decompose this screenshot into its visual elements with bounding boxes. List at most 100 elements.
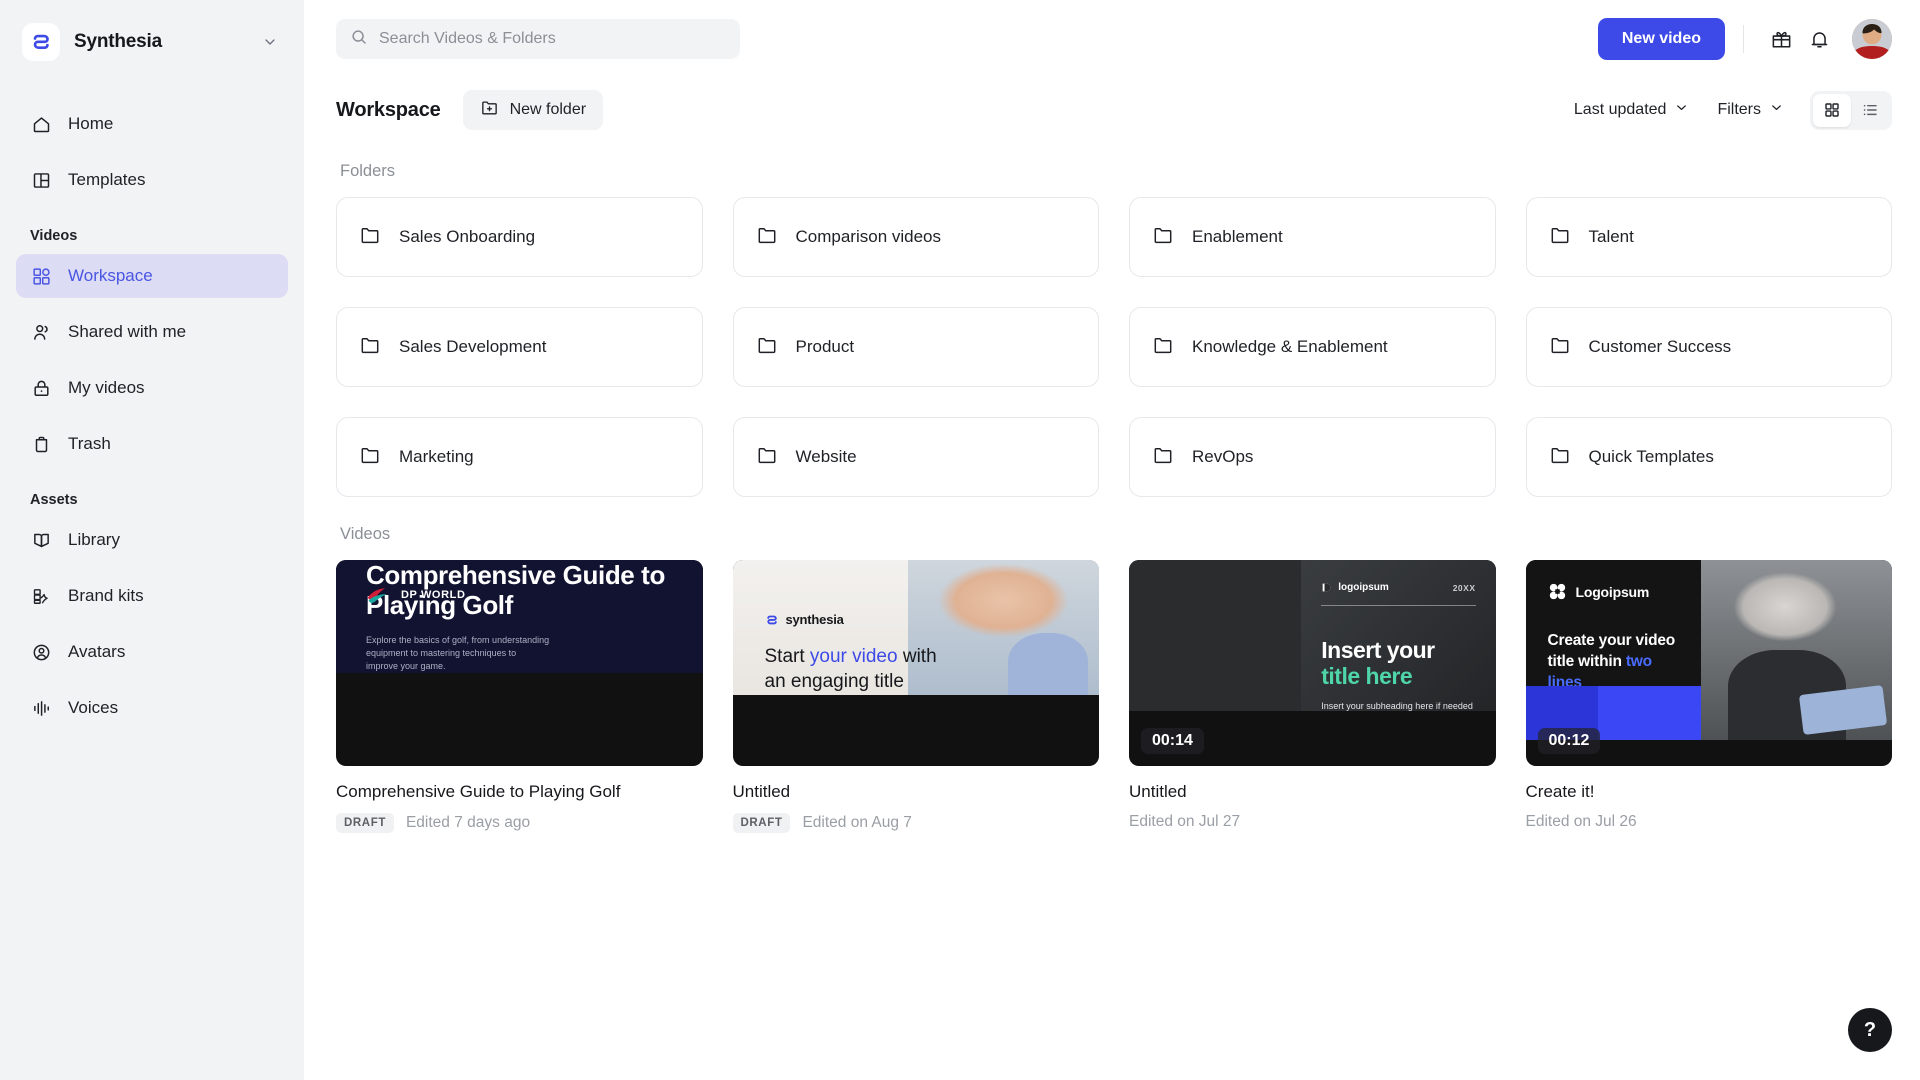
folder-card[interactable]: Marketing bbox=[336, 417, 703, 497]
video-title: Untitled bbox=[1129, 782, 1496, 802]
folder-card[interactable]: Enablement bbox=[1129, 197, 1496, 277]
new-folder-label: New folder bbox=[510, 101, 586, 119]
thumbnail-art: LogoipsumCreate your video title within … bbox=[1526, 560, 1893, 740]
folder-plus-icon bbox=[480, 98, 499, 122]
folder-card[interactable]: Sales Onboarding bbox=[336, 197, 703, 277]
folder-card[interactable]: Quick Templates bbox=[1526, 417, 1893, 497]
chevron-down-icon[interactable] bbox=[262, 34, 282, 50]
sidebar-item-avatars[interactable]: Avatars bbox=[16, 630, 288, 674]
sidebar-item-voices[interactable]: Voices bbox=[16, 686, 288, 730]
folder-card[interactable]: Sales Development bbox=[336, 307, 703, 387]
video-thumbnail[interactable]: synthesiaStart your video with an engagi… bbox=[733, 560, 1100, 766]
help-button[interactable]: ? bbox=[1848, 1008, 1892, 1052]
presenter-photo bbox=[1701, 560, 1892, 740]
sidebar-item-library[interactable]: Library bbox=[16, 518, 288, 562]
sidebar-item-home[interactable]: Home bbox=[16, 102, 288, 146]
video-card[interactable]: LogoipsumCreate your video title within … bbox=[1526, 560, 1893, 833]
video-thumbnail[interactable]: DP WORLDComprehensive Guide to Playing G… bbox=[336, 560, 703, 766]
list-view-icon[interactable] bbox=[1851, 94, 1889, 127]
video-thumbnail[interactable]: logoipsum 20XX Insert yourtitle here Insert… bbox=[1129, 560, 1496, 766]
folder-icon bbox=[1549, 224, 1571, 251]
sort-label: Last updated bbox=[1574, 101, 1667, 119]
folder-card[interactable]: Customer Success bbox=[1526, 307, 1893, 387]
folder-icon bbox=[1152, 224, 1174, 251]
search-input[interactable] bbox=[379, 30, 726, 48]
sidebar-item-shared-with-me[interactable]: Shared with me bbox=[16, 310, 288, 354]
workspace-controls: Last updated Filters bbox=[1560, 91, 1892, 130]
content-area: Folders Sales Onboarding Comparison video… bbox=[304, 134, 1920, 1080]
grid-view-icon[interactable] bbox=[1813, 94, 1851, 127]
video-meta: DRAFTEdited on Aug 7 bbox=[733, 813, 1100, 833]
folder-icon bbox=[756, 444, 778, 471]
sidebar-item-brand-kits[interactable]: Brand kits bbox=[16, 574, 288, 618]
brand-kit-icon bbox=[30, 585, 52, 607]
folder-icon bbox=[1152, 444, 1174, 471]
sidebar-item-label: Avatars bbox=[68, 642, 125, 662]
video-edited-date: Edited 7 days ago bbox=[406, 814, 530, 832]
folder-card[interactable]: Talent bbox=[1526, 197, 1893, 277]
video-card[interactable]: logoipsum 20XX Insert yourtitle here Insert… bbox=[1129, 560, 1496, 833]
search-icon bbox=[350, 28, 368, 51]
folder-icon bbox=[359, 334, 381, 361]
video-thumbnail[interactable]: LogoipsumCreate your video title within … bbox=[1526, 560, 1893, 766]
videos-grid: DP WORLDComprehensive Guide to Playing G… bbox=[336, 560, 1892, 833]
video-edited-date: Edited on Jul 26 bbox=[1526, 813, 1637, 831]
bell-icon[interactable] bbox=[1800, 20, 1838, 58]
thumbnail-art: DP WORLDComprehensive Guide to Playing G… bbox=[336, 560, 703, 673]
sidebar-item-templates[interactable]: Templates bbox=[16, 158, 288, 202]
status-badge: DRAFT bbox=[336, 813, 394, 833]
workspace-header: Workspace New folder Last updated Filter… bbox=[304, 78, 1920, 134]
dp-world-logo: DP WORLD bbox=[366, 586, 465, 604]
sidebar-item-my-videos[interactable]: My videos bbox=[16, 366, 288, 410]
folders-grid: Sales Onboarding Comparison videos Enablem… bbox=[336, 197, 1892, 497]
view-toggle bbox=[1810, 91, 1892, 130]
book-icon bbox=[30, 529, 52, 551]
folder-card[interactable]: Knowledge & Enablement bbox=[1129, 307, 1496, 387]
sidebar-group-videos: Videos Workspace Shared with me My video… bbox=[16, 214, 288, 466]
thumbnail-headline: Insert yourtitle here bbox=[1321, 638, 1475, 690]
avatar[interactable] bbox=[1852, 19, 1892, 59]
folder-card[interactable]: Comparison videos bbox=[733, 197, 1100, 277]
sidebar-group-title: Assets bbox=[16, 478, 288, 518]
thumbnail-subtext: Insert your subheading here if needed bbox=[1321, 701, 1475, 711]
folder-name: Comparison videos bbox=[796, 227, 942, 247]
sort-dropdown[interactable]: Last updated bbox=[1560, 91, 1704, 129]
search-box[interactable] bbox=[336, 19, 740, 59]
video-card[interactable]: synthesiaStart your video with an engagi… bbox=[733, 560, 1100, 833]
avatar-circle-icon bbox=[30, 641, 52, 663]
sidebar-item-trash[interactable]: Trash bbox=[16, 422, 288, 466]
folders-section-label: Folders bbox=[340, 162, 1892, 181]
folder-card[interactable]: Website bbox=[733, 417, 1100, 497]
thumbnail-art: synthesiaStart your video with an engagi… bbox=[733, 560, 1100, 695]
folder-name: Website bbox=[796, 447, 857, 467]
video-title: Untitled bbox=[733, 782, 1100, 802]
synthesia-logo-icon bbox=[22, 23, 60, 61]
folder-icon bbox=[359, 444, 381, 471]
folder-card[interactable]: RevOps bbox=[1129, 417, 1496, 497]
new-folder-button[interactable]: New folder bbox=[463, 90, 603, 130]
workspace-switcher[interactable]: Synthesia bbox=[0, 0, 304, 64]
sidebar-item-label: Brand kits bbox=[68, 586, 144, 606]
templates-icon bbox=[30, 169, 52, 191]
filters-dropdown[interactable]: Filters bbox=[1703, 91, 1798, 129]
folder-icon bbox=[1549, 334, 1571, 361]
folder-name: Product bbox=[796, 337, 855, 357]
sidebar-item-workspace[interactable]: Workspace bbox=[16, 254, 288, 298]
thumbnail-subtext: Explore the basics of golf, from underst… bbox=[366, 634, 550, 673]
sidebar-item-label: Shared with me bbox=[68, 322, 186, 342]
sidebar-item-label: My videos bbox=[68, 378, 145, 398]
grid-icon bbox=[30, 265, 52, 287]
folder-card[interactable]: Product bbox=[733, 307, 1100, 387]
gift-icon[interactable] bbox=[1762, 20, 1800, 58]
folder-icon bbox=[756, 334, 778, 361]
brand-name: Synthesia bbox=[74, 31, 248, 53]
main-area: New video Workspace bbox=[304, 0, 1920, 1080]
voices-waveform-icon bbox=[30, 697, 52, 719]
logoipsum-logo: logoipsum bbox=[1321, 582, 1389, 593]
thumbnail-art: logoipsum 20XX Insert yourtitle here Insert… bbox=[1129, 560, 1496, 711]
new-video-button[interactable]: New video bbox=[1598, 18, 1725, 60]
folder-name: Talent bbox=[1589, 227, 1634, 247]
thumbnail-year: 20XX bbox=[1453, 583, 1476, 593]
video-card[interactable]: DP WORLDComprehensive Guide to Playing G… bbox=[336, 560, 703, 833]
folder-icon bbox=[359, 224, 381, 251]
